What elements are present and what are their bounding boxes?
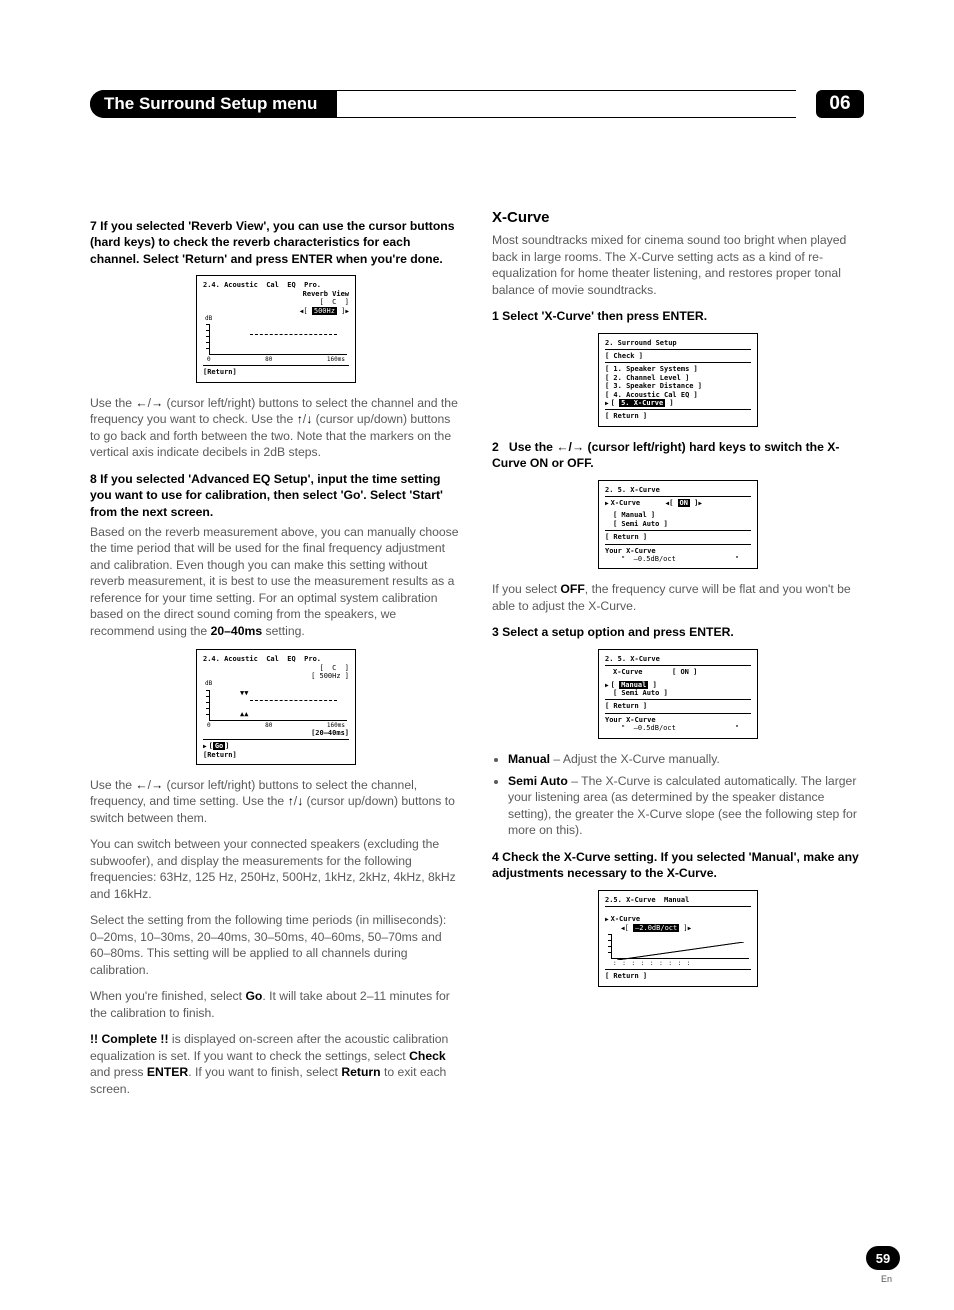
step-r4-heading: 4 Check the X-Curve setting. If you sele… [492,849,864,882]
page-language: En [881,1274,892,1284]
osd1-ax0: 0 [207,356,211,363]
arrow-up-icon: ↑ [288,794,294,808]
osd2-title: 2.4. Acoustic Cal EQ Pro. [203,655,349,663]
step-r1-heading: 1 Select 'X-Curve' then press ENTER. [492,308,864,324]
osd5-title: 2. 5. X-Curve [605,655,751,663]
osd3-item3: [ 3. Speaker Distance ] [605,382,751,390]
arrow-up-icon: ↑ [297,412,303,426]
arrow-right-icon: → [151,396,163,410]
osd3-item2: [ 2. Channel Level ] [605,374,751,382]
osd6-return: [ Return ] [605,972,751,980]
osd4-xcurve-row: X-Curve [ ON ] [605,499,751,507]
page-number-badge: 59 [866,1246,900,1270]
arrow-right-icon: → [151,778,163,792]
chapter-title: The Surround Setup menu [90,90,337,118]
bullet-semi-auto: Semi Auto – The X-Curve is calculated au… [508,773,864,839]
arrow-left-icon: ← [135,396,147,410]
osd1-channel: [ C ] [203,298,349,306]
osd2-graph: ▼▼ ▲▲ [209,690,347,721]
osd3-item4: [ 4. Acoustic Cal EQ ] [605,391,751,399]
left-p6: When you're finished, select Go. It will… [90,988,462,1021]
xcurve-off-note: If you select OFF, the frequency curve w… [492,581,864,614]
osd2-go: [Go] [203,742,349,750]
page: The Surround Setup menu 06 7 If you sele… [0,0,954,1310]
osd6-val: [ –2.0dB/oct ] [605,924,751,932]
step-7-heading: 7 If you selected 'Reverb View', you can… [90,218,462,267]
osd1-freq: [ 500Hz ] [203,307,349,315]
osd3-title: 2. Surround Setup [605,339,751,347]
osd4-return: [ Return ] [605,533,751,541]
osd4-manual: [ Manual ] [605,511,751,519]
osd2-channel: [ C ] [203,664,349,672]
arrow-down-icon: ↓ [306,412,312,426]
osd-advanced-eq-setup: 2.4. Acoustic Cal EQ Pro. [ C ] [ 500Hz … [196,649,356,765]
xcurve-intro: Most soundtracks mixed for cinema sound … [492,232,864,298]
step-8-heading: 8 If you selected 'Advanced EQ Setup', i… [90,471,462,520]
osd2-freq: [ 500Hz ] [203,672,349,680]
osd5-xcurve-row: X-Curve [ ON ] [605,668,751,676]
xcurve-heading: X-Curve [492,208,864,228]
osd6-title: 2.5. X-Curve Manual [605,896,751,904]
chapter-header: The Surround Setup menu 06 [90,90,864,118]
left-p2: Based on the reverb measurement above, y… [90,524,462,639]
arrow-left-icon: ← [556,440,568,454]
left-p4: You can switch between your connected sp… [90,836,462,902]
osd1-ax80: 80 [265,356,272,363]
osd2-ax80: 80 [265,722,272,729]
osd5-your: Your X-Curve [605,716,751,724]
osd-xcurve-on: 2. 5. X-Curve X-Curve [ ON ] [ Manual ] … [598,480,758,570]
left-p5: Select the setting from the following ti… [90,912,462,978]
osd1-title: 2.4. Acoustic Cal EQ Pro. [203,281,349,289]
osd3-item1: [ 1. Speaker Systems ] [605,365,751,373]
osd1-db-label: dB [203,315,349,322]
left-p3: Use the ←/→ (cursor left/right) buttons … [90,777,462,826]
osd-xcurve-manual-select: 2. 5. X-Curve X-Curve [ ON ] [ Manual ] … [598,649,758,739]
osd5-return: [ Return ] [605,702,751,710]
arrow-left-icon: ← [135,778,147,792]
arrow-right-icon: → [572,440,584,454]
arrow-down-icon: ↓ [297,794,303,808]
marker-down-icon: ▼▼ [240,689,248,697]
osd5-manual: [ Manual ] [605,681,751,689]
osd3-item5: [ 5. X-Curve ] [605,399,751,407]
osd4-val: " –0.5dB/oct " [605,555,751,563]
osd3-return: [ Return ] [605,412,751,420]
osd1-return: [Return] [203,368,349,376]
osd1-ax160: 160ms [327,356,345,363]
osd1-graph [209,324,347,355]
osd-surround-setup-menu: 2. Surround Setup [ Check ] [ 1. Speaker… [598,333,758,427]
osd4-your: Your X-Curve [605,547,751,555]
osd5-val: " –0.5dB/oct " [605,724,751,732]
osd1-xaxis: 0 80 160ms [203,356,349,363]
step-r3-heading: 3 Select a setup option and press ENTER. [492,624,864,640]
marker-up-icon: ▲▲ [240,710,248,718]
left-p1: Use the ←/→ (cursor left/right) buttons … [90,395,462,461]
osd1-sub: Reverb View [203,290,349,298]
chapter-title-wrap: The Surround Setup menu [90,90,796,118]
osd3-check: [ Check ] [605,352,751,360]
left-column: 7 If you selected 'Reverb View', you can… [90,208,462,1107]
left-p7: !! Complete !! is displayed on-screen af… [90,1031,462,1097]
osd6-freq-scale: : : : : : : : : : [605,960,751,967]
osd2-xaxis: 0 80 160ms [203,722,349,729]
osd4-title: 2. 5. X-Curve [605,486,751,494]
osd2-ax160: 160ms [327,722,345,729]
osd5-semi: [ Semi Auto ] [605,689,751,697]
bullet-manual: Manual – Adjust the X-Curve manually. [508,751,864,767]
osd2-time: [20–40ms] [203,729,349,737]
osd4-semi: [ Semi Auto ] [605,520,751,528]
osd2-db-label: dB [203,680,349,687]
osd2-return: [Return] [203,751,349,759]
osd-xcurve-manual: 2.5. X-Curve Manual X-Curve [ –2.0dB/oct… [598,890,758,987]
content-columns: 7 If you selected 'Reverb View', you can… [90,208,864,1107]
osd6-graph [611,934,749,959]
option-bullets: Manual – Adjust the X-Curve manually. Se… [508,751,864,839]
osd-reverb-view: 2.4. Acoustic Cal EQ Pro. Reverb View [ … [196,275,356,382]
step-r2-heading: 2 Use the ←/→ (cursor left/right) hard k… [492,439,864,472]
osd6-xcurve-row: X-Curve [605,915,751,923]
chapter-number-badge: 06 [816,90,864,118]
right-column: X-Curve Most soundtracks mixed for cinem… [492,208,864,1107]
osd2-ax0: 0 [207,722,211,729]
